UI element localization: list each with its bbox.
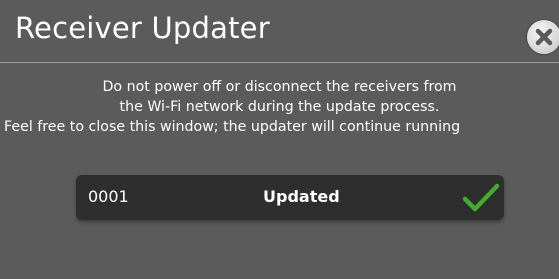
title-bar: Receiver Updater bbox=[0, 0, 559, 62]
title-divider bbox=[0, 62, 559, 63]
receiver-id: 0001 bbox=[88, 187, 129, 206]
close-icon bbox=[535, 28, 553, 46]
receiver-status: Updated bbox=[263, 187, 340, 206]
checkmark-icon bbox=[462, 183, 500, 212]
receiver-row: 0001 Updated bbox=[76, 175, 504, 220]
window-title: Receiver Updater bbox=[15, 11, 270, 45]
receiver-updater-window: Receiver Updater Do not power off or dis… bbox=[0, 0, 559, 279]
update-warning-message: Do not power off or disconnect the recei… bbox=[0, 77, 559, 137]
message-line-2: the Wi-Fi network during the update proc… bbox=[119, 99, 440, 115]
message-line-1: Do not power off or disconnect the recei… bbox=[102, 79, 457, 95]
message-line-3: Feel free to close this window; the upda… bbox=[4, 119, 461, 135]
close-button[interactable] bbox=[527, 20, 559, 54]
